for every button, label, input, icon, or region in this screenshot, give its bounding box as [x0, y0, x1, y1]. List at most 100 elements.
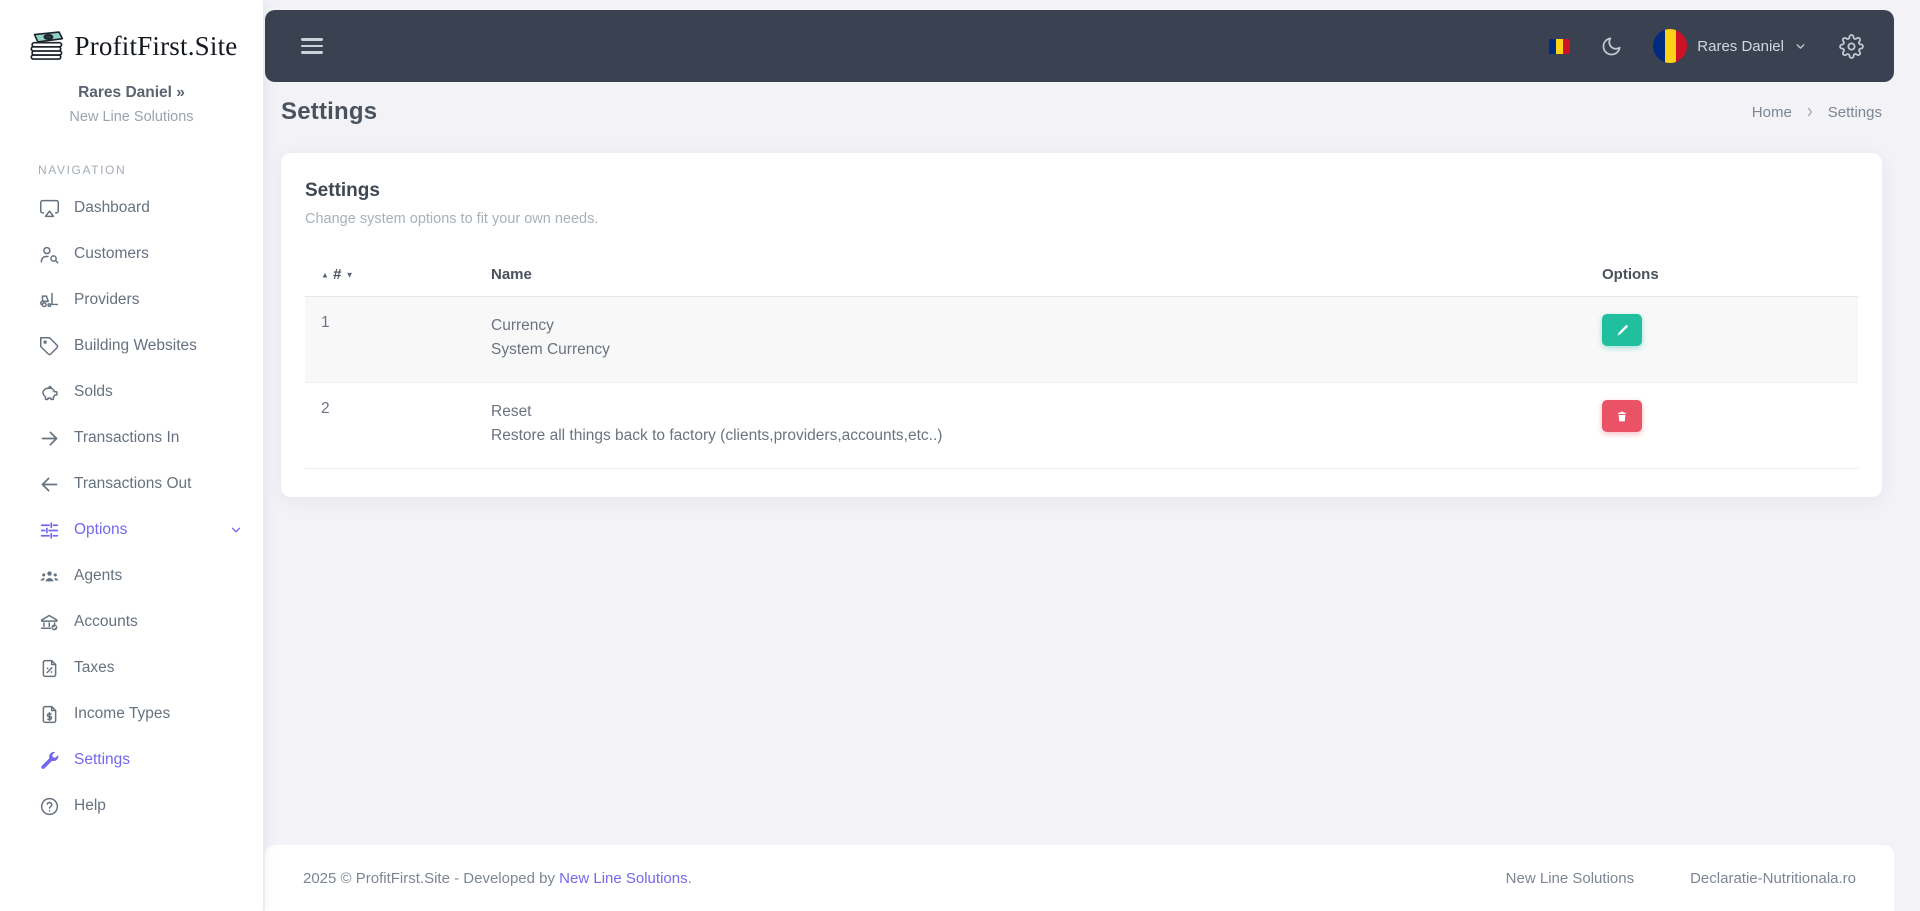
sidebar-item-solds[interactable]: Solds — [0, 369, 263, 415]
card-subtitle: Change system options to fit your own ne… — [305, 211, 599, 227]
forklift-icon — [40, 292, 59, 307]
table-row: 2 Reset Restore all things back to facto… — [305, 383, 1858, 469]
sidebar-item-settings[interactable]: Settings — [0, 737, 263, 783]
dashboard-icon — [40, 199, 59, 217]
table-header-row: ▲ # ▼ Name Options — [305, 253, 1858, 297]
cell-options — [1586, 297, 1858, 383]
page-title: Settings — [281, 98, 378, 125]
sidebar-item-building-websites[interactable]: Building Websites — [0, 323, 263, 369]
sidebar-item-dashboard[interactable]: Dashboard — [0, 185, 263, 231]
sidebar-item-label: Options — [74, 521, 128, 538]
sidebar-item-label: Accounts — [74, 613, 138, 630]
sidebar-item-label: Income Types — [74, 705, 171, 722]
sidebar-item-transactions-out[interactable]: Transactions Out — [0, 461, 263, 507]
edit-button[interactable] — [1602, 314, 1642, 346]
table-row: 1 Currency System Currency — [305, 296, 1858, 383]
column-header-id[interactable]: ▲ # ▼ — [305, 253, 475, 297]
chevron-right-icon — [1807, 107, 1812, 117]
column-header-name[interactable]: Name — [475, 253, 1586, 297]
sort-asc-icon[interactable]: ▲ — [321, 271, 329, 280]
user-menu[interactable]: Rares Daniel — [1653, 29, 1807, 63]
language-flag-icon[interactable] — [1549, 38, 1571, 54]
footer-copyright-prefix: 2025 © ProfitFirst.Site - Developed by — [303, 869, 560, 887]
cell-name: Currency System Currency — [475, 297, 1586, 383]
sidebar-item-label: Solds — [74, 383, 113, 400]
sidebar-user-name[interactable]: Rares Daniel » — [0, 84, 263, 102]
help-circle-icon — [40, 797, 59, 815]
footer-developer-link[interactable]: New Line Solutions — [559, 870, 687, 887]
sidebar-item-label: Help — [74, 797, 106, 814]
dark-mode-toggle[interactable] — [1600, 35, 1623, 58]
cell-name: Reset Restore all things back to factory… — [475, 383, 1586, 469]
avatar — [1653, 29, 1688, 63]
sidebar-item-label: Transactions Out — [74, 475, 192, 492]
breadcrumb-home[interactable]: Home — [1752, 104, 1792, 121]
setting-name: Reset — [491, 403, 532, 421]
nav-section-label: NAVIGATION — [38, 163, 127, 177]
sidebar-item-label: Dashboard — [74, 199, 150, 216]
gear-icon — [1839, 33, 1864, 59]
hamburger-menu-icon[interactable] — [301, 38, 323, 54]
breadcrumb: Home Settings — [1752, 104, 1882, 121]
tag-icon — [40, 336, 59, 355]
sidebar-item-customers[interactable]: Customers — [0, 231, 263, 277]
customer-search-icon — [40, 246, 59, 263]
chevron-down-icon — [1796, 43, 1805, 49]
sidebar-item-label: Customers — [74, 245, 149, 262]
setting-description: Restore all things back to factory (clie… — [491, 427, 943, 445]
sort-desc-icon[interactable]: ▼ — [346, 271, 354, 280]
setting-name: Currency — [491, 317, 554, 334]
sidebar-item-agents[interactable]: Agents — [0, 553, 263, 599]
file-percent-icon — [42, 659, 57, 677]
money-stack-icon — [29, 31, 63, 60]
sidebar-item-taxes[interactable]: Taxes — [0, 645, 263, 691]
top-navbar: Rares Daniel — [265, 10, 1894, 82]
footer-link-declaratie-nutritionala[interactable]: Declaratie-Nutritionala.ro — [1690, 870, 1856, 887]
sidebar: ProfitFirst.Site Rares Daniel » New Line… — [0, 0, 263, 911]
site-name: ProfitFirst.Site — [74, 30, 238, 61]
settings-table: ▲ # ▼ Name Options 1 Currency System Cur… — [305, 253, 1858, 469]
column-header-options: Options — [1602, 266, 1659, 283]
file-dollar-icon — [42, 705, 57, 723]
sidebar-item-providers[interactable]: Providers — [0, 277, 263, 323]
sidebar-item-label: Transactions In — [74, 429, 180, 446]
footer-links: New Line Solutions Declaratie-Nutritiona… — [1506, 870, 1856, 887]
topbar-user-name: Rares Daniel — [1697, 37, 1784, 55]
sidebar-item-help[interactable]: Help — [0, 783, 263, 829]
chevron-down-icon — [231, 527, 241, 533]
trash-icon — [1618, 411, 1626, 421]
settings-gear-button[interactable] — [1839, 33, 1864, 59]
footer: 2025 © ProfitFirst.Site - Developed by N… — [265, 845, 1894, 911]
sidebar-company-name: New Line Solutions — [69, 109, 194, 125]
delete-button[interactable] — [1602, 400, 1642, 433]
people-group-icon — [40, 570, 59, 581]
brand-logo[interactable]: ProfitFirst.Site — [0, 0, 263, 64]
cell-id: 2 — [321, 400, 330, 418]
sidebar-nav: Dashboard Customers Providers Building W… — [0, 185, 263, 829]
sidebar-item-transactions-in[interactable]: Transactions In — [0, 415, 263, 461]
cell-id: 1 — [321, 314, 330, 331]
moon-icon — [1602, 36, 1621, 55]
sidebar-item-label: Providers — [74, 291, 140, 308]
main-content: Settings Home Settings Settings Change s… — [265, 82, 1920, 498]
sidebar-item-label: Agents — [74, 567, 123, 584]
cell-options — [1586, 383, 1858, 469]
wrench-icon — [41, 751, 59, 769]
arrow-right-icon — [41, 431, 58, 445]
settings-card: Settings Change system options to fit yo… — [281, 153, 1882, 498]
breadcrumb-current: Settings — [1827, 103, 1882, 121]
setting-description: System Currency — [491, 341, 610, 359]
footer-copyright: 2025 © ProfitFirst.Site - Developed by N… — [303, 870, 692, 887]
sidebar-item-label: Building Websites — [74, 337, 197, 354]
pencil-icon — [1616, 324, 1628, 336]
sliders-icon — [40, 521, 59, 539]
sidebar-item-income-types[interactable]: Income Types — [0, 691, 263, 737]
card-title: Settings — [305, 180, 380, 201]
column-header-id-label: # — [333, 266, 342, 283]
sidebar-item-options[interactable]: Options — [0, 507, 263, 553]
sidebar-item-label: Taxes — [74, 659, 115, 676]
piggy-bank-icon — [42, 385, 58, 400]
sidebar-item-accounts[interactable]: Accounts — [0, 599, 263, 645]
footer-link-new-line-solutions[interactable]: New Line Solutions — [1506, 870, 1634, 887]
bank-icon — [40, 614, 58, 630]
